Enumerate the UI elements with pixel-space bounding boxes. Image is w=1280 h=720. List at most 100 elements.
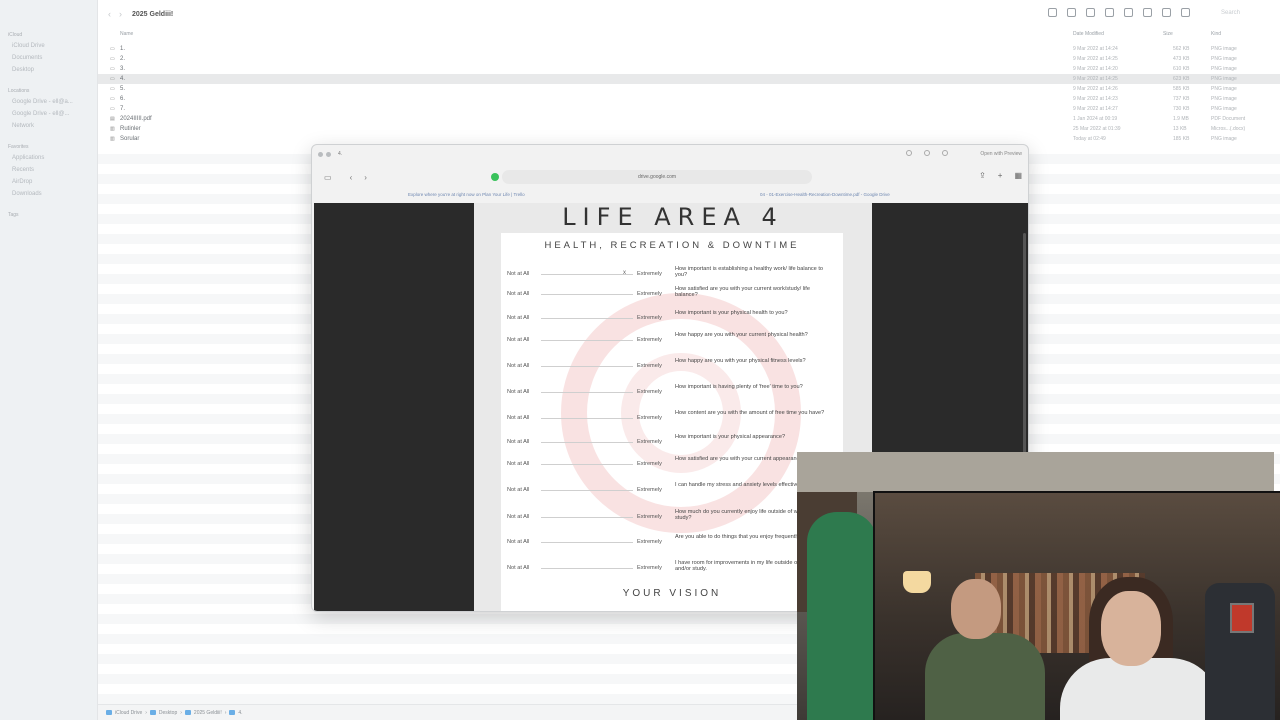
sidebar-toggle-icon[interactable]: ▭ [324, 173, 332, 182]
rating-scale[interactable] [541, 567, 633, 569]
rating-scale[interactable] [541, 365, 633, 367]
scale-high-label: Extremely [637, 461, 662, 467]
markup-icon[interactable] [906, 150, 912, 156]
question-text: How important is establishing a healthy … [675, 266, 823, 278]
sidebar-section-title: Favorites [8, 144, 29, 150]
image-file-icon: ▭ [110, 56, 115, 62]
file-row[interactable]: ▥ Rutinler 25 Mar 2022 at 01:39 13 KB Micros… [98, 124, 1280, 134]
tab-google-drive[interactable]: 04 - 01-Exercise-Health-Recreation-Downt… [760, 192, 890, 197]
column-name[interactable]: Name [120, 31, 133, 37]
new-tab-icon[interactable]: + [998, 171, 1003, 180]
tab-overview-icon[interactable]: ▦ [1014, 171, 1022, 180]
column-view-icon[interactable] [1086, 8, 1095, 17]
sidebar-item[interactable]: Applications [0, 152, 97, 164]
rating-scale[interactable] [541, 516, 633, 518]
forward-chevron-icon[interactable]: › [119, 9, 122, 19]
extension-icon[interactable] [491, 173, 499, 181]
question-row: Not at All x Extremely How important is est… [501, 265, 843, 285]
path-separator-icon: › [180, 709, 182, 716]
file-row[interactable]: ▥ Sorular Today at 02:49 185 KB PNG image [98, 134, 1280, 144]
sidebar-item[interactable]: Google Drive - ell@a... [0, 96, 97, 108]
file-row[interactable]: ▭ 1. 9 Mar 2022 at 14:24 562 KB PNG image [98, 44, 1280, 54]
rotate-icon[interactable] [924, 150, 930, 156]
column-kind[interactable]: Kind [1211, 31, 1221, 37]
question-text: How important is having plenty of 'free'… [675, 384, 803, 390]
rating-scale[interactable] [541, 417, 633, 419]
back-icon[interactable]: ‹ [350, 173, 353, 182]
search-field[interactable]: Search [1221, 10, 1240, 16]
tag-icon[interactable] [1162, 8, 1171, 17]
finder-toolbar: ‹ › 2025 Geldiii! Search [98, 0, 1280, 28]
question-text: How important is your physical appearanc… [675, 434, 786, 440]
question-row: Not at All Extremely How important is your… [501, 433, 843, 453]
sidebar-item[interactable]: AirDrop [0, 176, 97, 188]
file-name: 7. [120, 106, 126, 112]
file-kind: PNG image [1211, 66, 1237, 72]
back-chevron-icon[interactable]: ‹ [108, 9, 111, 19]
file-name: 2024IIIII.pdf [120, 116, 152, 122]
scrollbar[interactable] [1023, 233, 1026, 453]
address-bar[interactable]: drive.google.com [502, 170, 812, 184]
question-text: How satisfied are you with your current … [675, 286, 810, 298]
rating-scale[interactable] [541, 339, 633, 341]
column-size[interactable]: Size [1163, 31, 1173, 37]
sidebar-item[interactable]: Recents [0, 164, 97, 176]
group-icon[interactable] [1124, 8, 1133, 17]
path-item[interactable]: iCloud Drive [115, 710, 142, 716]
sidebar-item[interactable]: Google Drive - ell@... [0, 108, 97, 120]
open-with-preview-button[interactable]: Open with Preview [980, 151, 1022, 157]
file-row[interactable]: ▤ 2024IIIII.pdf 1 Jan 2024 at 00:19 1.9 MB P… [98, 114, 1280, 124]
gallery-view-icon[interactable] [1105, 8, 1114, 17]
video-wall [797, 452, 1274, 492]
close-button[interactable] [318, 151, 323, 157]
more-actions-icon[interactable] [1181, 8, 1190, 17]
rating-scale[interactable] [541, 489, 633, 491]
fullscreen-button[interactable] [326, 151, 331, 157]
forward-icon[interactable]: › [364, 173, 367, 182]
image-file-icon: ▭ [110, 66, 115, 72]
path-item[interactable]: 2025 Geldiii! [194, 710, 222, 716]
sidebar-item[interactable]: iCloud Drive [0, 40, 97, 52]
rating-scale[interactable] [541, 441, 633, 443]
file-date: 9 Mar 2022 at 14:24 [1073, 46, 1118, 52]
file-row[interactable]: ▭ 7. 9 Mar 2022 at 14:27 730 KB PNG image [98, 104, 1280, 114]
file-row[interactable]: ▭ 4. 9 Mar 2022 at 14:25 623 KB PNG image [98, 74, 1280, 84]
rating-scale[interactable] [541, 293, 633, 295]
scale-low-label: Not at All [507, 415, 530, 421]
path-separator-icon: › [224, 709, 227, 716]
scale-high-label: Extremely [637, 337, 662, 343]
file-row[interactable]: ▭ 3. 9 Mar 2022 at 14:20 610 KB PNG image [98, 64, 1280, 74]
path-item[interactable]: Desktop [159, 710, 177, 716]
question-row: Not at All Extremely How happy are you wit… [501, 357, 843, 377]
question-row: Not at All Extremely How content are you w… [501, 409, 843, 429]
sidebar-item[interactable]: Downloads [0, 188, 97, 200]
file-row[interactable]: ▭ 2. 9 Mar 2022 at 14:25 473 KB PNG image [98, 54, 1280, 64]
file-name: 6. [120, 96, 126, 102]
rating-scale[interactable] [541, 463, 633, 465]
folder-icon [229, 710, 236, 715]
scale-low-label: Not at All [507, 565, 530, 571]
rating-scale[interactable] [541, 391, 633, 393]
rating-scale[interactable] [541, 317, 633, 319]
tab-trello[interactable]: Explore where you're at right now on Pla… [408, 192, 525, 197]
sidebar-item[interactable]: Network [0, 120, 97, 132]
grid-view-icon[interactable] [1048, 8, 1057, 17]
scale-low-label: Not at All [507, 514, 530, 520]
file-size: 737 KB [1173, 96, 1190, 102]
sidebar-item[interactable]: Documents [0, 52, 97, 64]
scale-high-label: Extremely [637, 363, 662, 369]
column-date-modified[interactable]: Date Modified [1073, 31, 1104, 37]
file-kind: PNG image [1211, 46, 1237, 52]
file-row[interactable]: ▭ 6. 9 Mar 2022 at 14:23 737 KB PNG image [98, 94, 1280, 104]
path-item[interactable]: 4. [238, 710, 242, 716]
share-icon[interactable]: ⇪ [979, 171, 986, 180]
file-row[interactable]: ▭ 5. 9 Mar 2022 at 14:26 585 KB PNG image [98, 84, 1280, 94]
question-row: Not at All Extremely How much do you curre… [501, 508, 843, 528]
rating-scale[interactable] [541, 273, 633, 275]
list-view-icon[interactable] [1067, 8, 1076, 17]
rating-scale[interactable] [541, 541, 633, 543]
file-name: Rutinler [120, 126, 141, 132]
sidebar-item[interactable]: Desktop [0, 64, 97, 76]
share-icon[interactable] [942, 150, 948, 156]
share-icon[interactable] [1143, 8, 1152, 17]
